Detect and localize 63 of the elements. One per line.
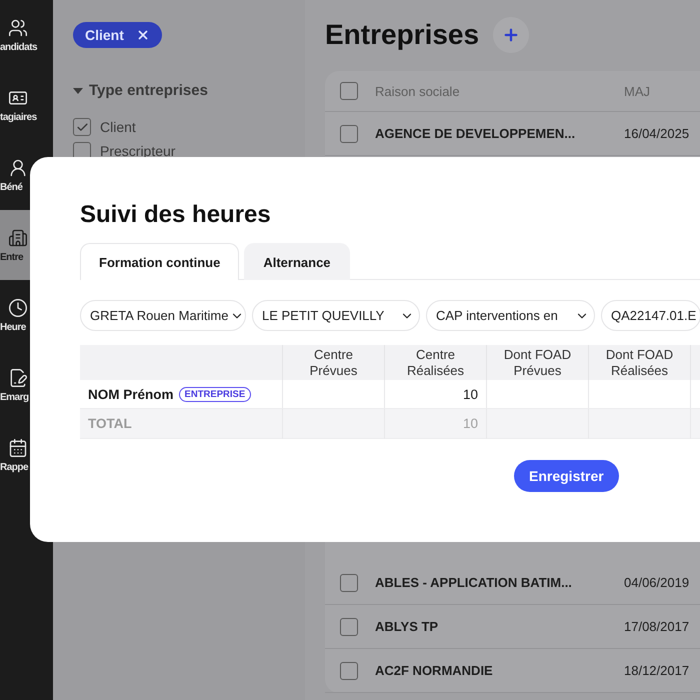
option-label: Client [100,119,136,135]
dropdown[interactable]: GRETA Rouen Maritime [80,300,246,331]
filter-group-title[interactable]: Type entreprises [89,82,208,99]
company-name: AGENCE DE DEVELOPPEMEN... [375,126,576,141]
dialog-title: Suivi des heures [80,201,272,229]
check-icon [76,120,88,134]
nav-icon [8,228,28,248]
update-date: 18/12/2017 [624,663,690,678]
update-date: 17/08/2017 [624,619,690,634]
company-name: ABLES - APPLICATION BATIM... [375,575,573,590]
nav-item[interactable]: andidats [0,0,53,70]
tab[interactable]: Alternance [244,243,350,280]
filter-chip[interactable]: Client [73,22,162,48]
nav-item[interactable]: tagiaires [0,70,53,140]
page-title: Entreprises [325,19,480,51]
nav-label: Emarg [0,392,30,402]
column-header: Centre Prévues [283,345,385,380]
nav-label: Heure [0,322,27,332]
nav-item[interactable]: Rappe [0,420,53,490]
checkbox[interactable] [340,618,358,636]
hours-input[interactable] [283,380,385,409]
checkbox[interactable] [340,662,358,680]
company-name: ABLYS TP [375,619,440,634]
checkbox[interactable] [340,124,358,142]
checkbox[interactable] [340,574,358,592]
add-button[interactable] [493,17,530,53]
checkbox[interactable] [340,82,358,100]
tab[interactable]: Formation continue [80,243,240,280]
nav-item[interactable]: Emarg [0,350,53,420]
nav-label: Rappe [0,462,30,472]
column-header: Dont FOAD Réalisées [589,345,691,380]
dropdown[interactable]: QA22147.01.E [601,300,700,331]
update-date: 04/06/2019 [624,575,690,590]
dropdown[interactable]: CAP interventions en [426,300,595,331]
dropdown[interactable]: LE PETIT QUEVILLY [252,300,420,331]
company-name: AC2F NORMANDIE [375,663,494,678]
nav-icon [8,438,28,458]
nav-label: Entre [0,252,24,262]
hours-input[interactable] [589,380,691,409]
nav-item[interactable]: Béné [0,140,53,210]
nav-item[interactable]: Heure [0,280,53,350]
total-cell: 10 [385,409,487,439]
tag: ENTREPRISE [178,386,252,402]
hours-input[interactable]: 10 [385,380,487,409]
column-header: Dont FOAD Prévues [487,345,589,380]
nav-label: tagiaires [0,112,38,122]
nav-icon [8,158,28,178]
close-icon[interactable] [136,28,150,42]
update-date: 16/04/2025 [624,126,690,141]
total-label: TOTAL [88,416,132,431]
save-button[interactable]: Enregistrer [514,460,619,492]
person-name: NOM Prénom [88,386,174,402]
nav-label: Béné [0,182,24,192]
checkbox[interactable] [73,118,91,136]
plus-icon [502,26,520,44]
nav-icon [8,368,28,388]
column-header: Centre Réalisées [385,345,487,380]
hours-input[interactable] [487,380,589,409]
option-label: Prescripteur [100,143,176,159]
caret-icon[interactable] [73,88,83,94]
nav-icon [8,18,28,38]
nav-icon [8,298,28,318]
nav-label: andidats [0,42,38,52]
